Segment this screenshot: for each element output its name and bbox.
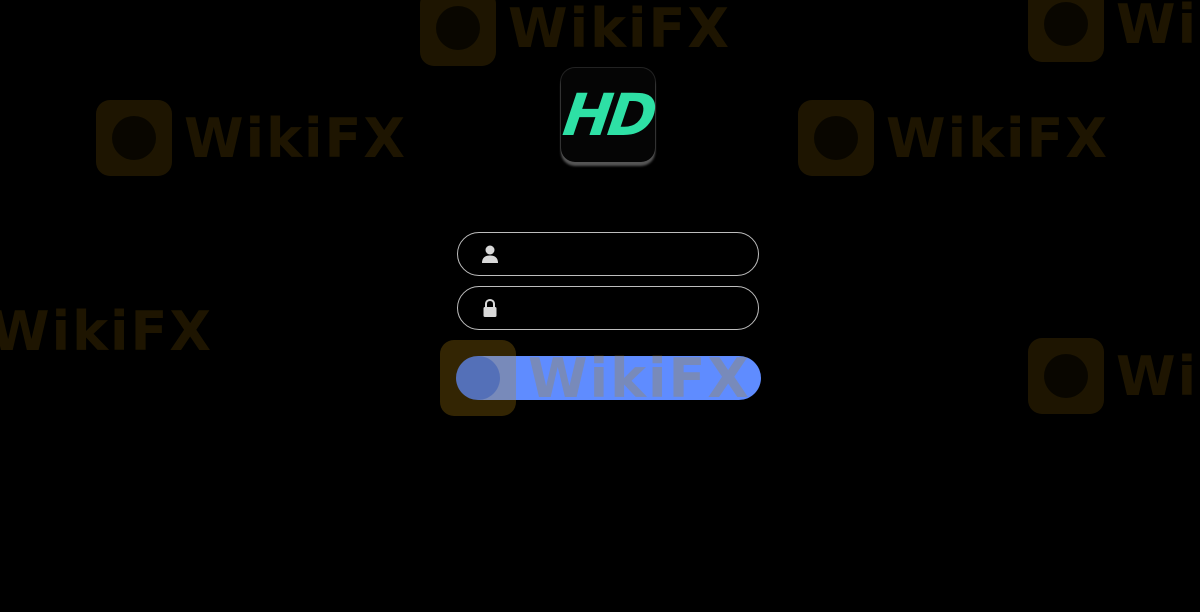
username-field[interactable] [457,232,759,276]
user-icon [480,244,500,264]
login-page: WikiFX WikiFX WikiFX WikiFX WikiFX WikiF… [0,0,1200,612]
watermark: WikiFX [420,0,731,66]
watermark-seal-icon [798,100,874,176]
watermark: WikiFX [798,100,1109,176]
watermark-seal-icon [96,100,172,176]
app-logo: HD [558,68,658,162]
watermark: WikiFX [96,100,407,176]
watermark: WikiFX [1028,338,1200,414]
watermark-seal-icon [1028,0,1104,62]
watermark-seal-icon [1028,338,1104,414]
lock-icon [480,298,500,318]
password-input[interactable] [500,287,758,329]
watermark: WikiFX [1028,0,1200,62]
watermark-seal-icon [420,0,496,66]
logo-text: HD [558,81,658,149]
watermark: WikiFX [0,300,214,363]
password-field[interactable] [457,286,759,330]
login-button[interactable] [456,356,761,400]
username-input[interactable] [500,233,758,275]
